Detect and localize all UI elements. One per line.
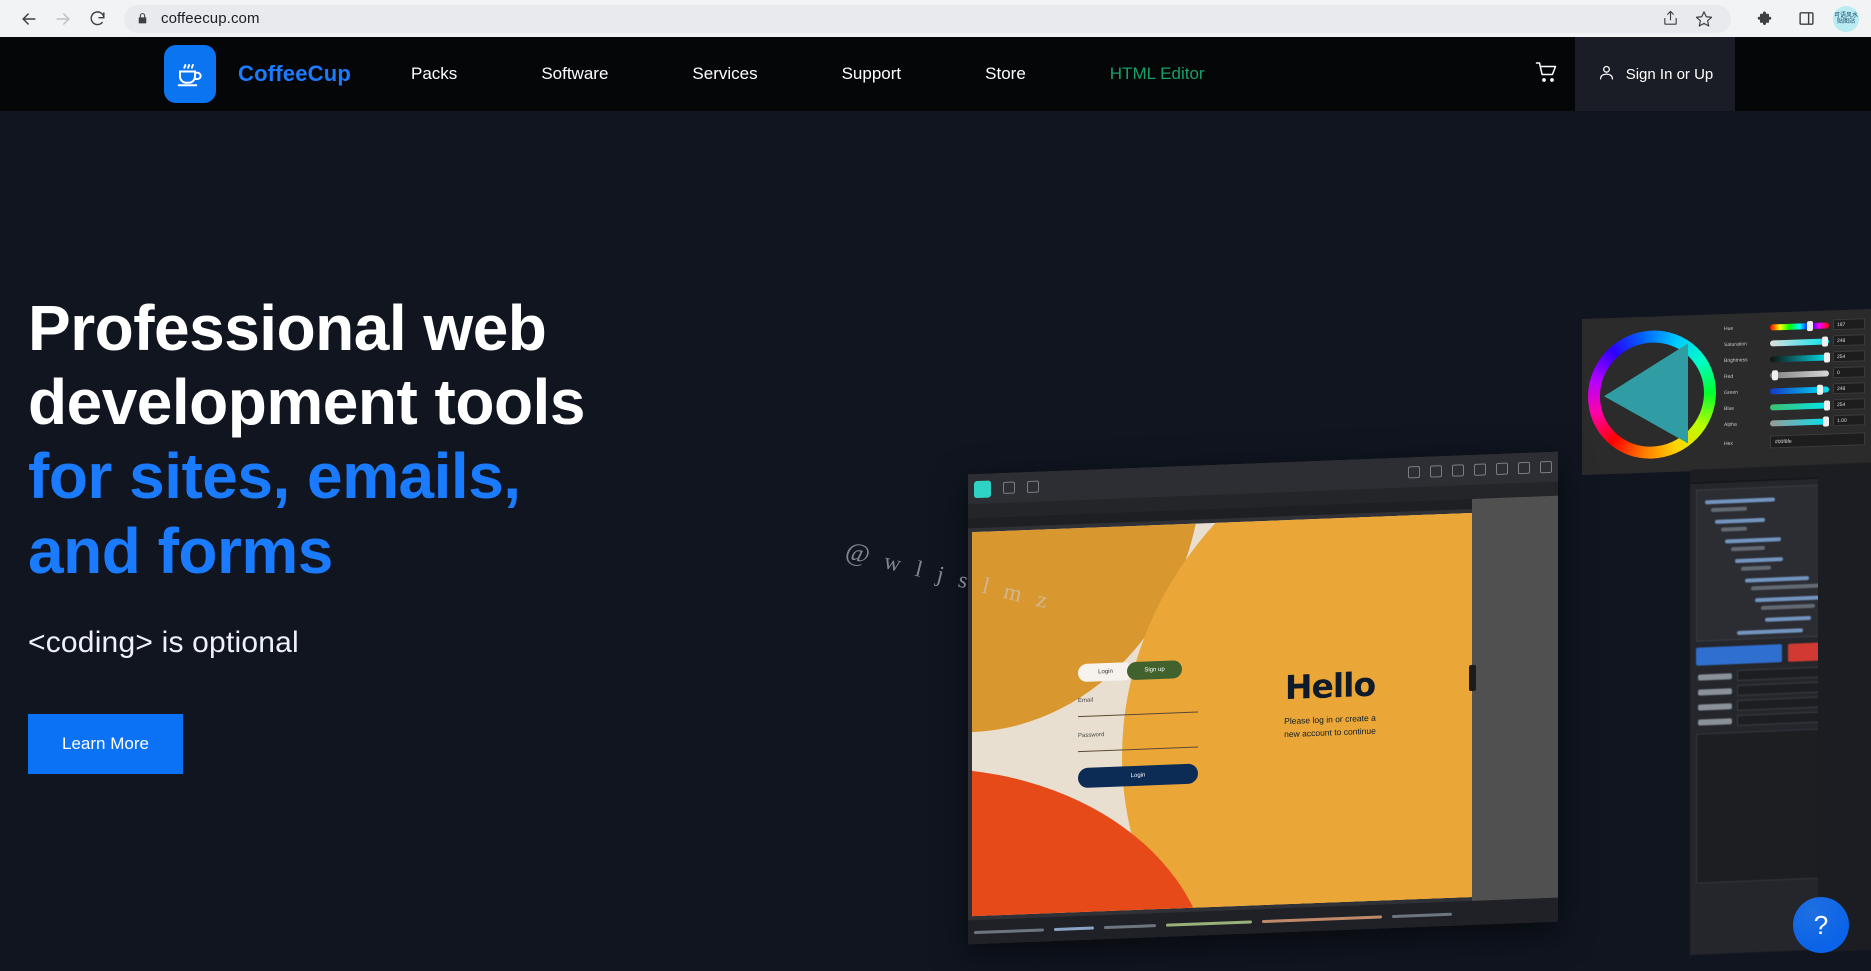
email-label: Email xyxy=(1078,697,1094,705)
brand-name: CoffeeCup xyxy=(238,61,352,86)
components-tool-icon[interactable] xyxy=(1430,465,1442,478)
reload-button[interactable] xyxy=(80,2,114,36)
hello-block: Hello Please log in or create a new acco… xyxy=(1250,663,1410,742)
hero-title-line2: development tools xyxy=(28,366,585,439)
design-canvas[interactable]: Login Sign up Email Password Login Hello… xyxy=(972,512,1472,917)
learn-more-button[interactable]: Learn More xyxy=(28,713,183,774)
brand-logo-link[interactable]: CoffeeCup xyxy=(164,37,351,111)
header-right-filler xyxy=(1735,37,1871,111)
side-panel-icon[interactable] xyxy=(1791,4,1821,34)
nav-item-packs[interactable]: Packs xyxy=(393,64,475,84)
tab-login[interactable]: Login xyxy=(1078,661,1133,683)
coffee-cup-icon xyxy=(164,45,216,103)
lock-icon xyxy=(136,12,149,25)
nav-item-services[interactable]: Services xyxy=(674,64,775,84)
star-icon[interactable] xyxy=(1689,4,1719,34)
share-icon[interactable] xyxy=(1655,4,1685,34)
hero-title-line4: and forms xyxy=(28,514,333,587)
slider-green[interactable]: Green 248 xyxy=(1724,381,1865,399)
password-label: Password xyxy=(1078,732,1105,740)
color-wheel-icon[interactable] xyxy=(1588,328,1716,461)
shopping-cart-icon xyxy=(1535,60,1559,89)
browser-toolbar: coffeecup.com 可语风水 贴图站 xyxy=(0,0,1871,37)
login-form: Login Sign up Email Password Login xyxy=(1078,659,1198,789)
watermark-at: @ xyxy=(842,535,878,571)
page-title: Professional web development tools for s… xyxy=(28,291,788,588)
shape-tool-icon[interactable] xyxy=(1027,480,1039,494)
nav-item-support[interactable]: Support xyxy=(824,64,920,84)
color-picker-panel: Hue 187 Saturation 248 Brightness 254 Re… xyxy=(1582,308,1871,476)
styles-tool-icon[interactable] xyxy=(1408,465,1420,479)
hello-subtitle-line2: new account to continue xyxy=(1284,725,1376,739)
question-mark-icon: ? xyxy=(1813,909,1829,940)
forward-arrow-icon xyxy=(56,12,70,25)
resize-handle[interactable] xyxy=(1469,664,1476,692)
primary-navigation: Packs Software Services Support Store HT… xyxy=(393,37,1518,111)
hex-input[interactable]: #00f8fe xyxy=(1770,432,1865,449)
hero-title-line3: for sites, emails, xyxy=(28,440,521,513)
slider-saturation[interactable]: Saturation 248 xyxy=(1724,333,1865,351)
slider-blue[interactable]: Blue 254 xyxy=(1724,397,1865,415)
design-app-window: Login Sign up Email Password Login Hello… xyxy=(968,451,1558,945)
nav-item-store[interactable]: Store xyxy=(967,64,1044,84)
site-header: CoffeeCup Packs Software Services Suppor… xyxy=(0,37,1871,111)
help-button[interactable]: ? xyxy=(1793,897,1849,953)
profile-avatar[interactable]: 可语风水 贴图站 xyxy=(1833,5,1859,32)
hello-title: Hello xyxy=(1284,664,1376,708)
assets-tool-icon[interactable] xyxy=(1452,464,1464,477)
reload-icon xyxy=(90,11,105,26)
user-icon xyxy=(1597,63,1616,86)
address-bar[interactable]: coffeecup.com xyxy=(124,4,1731,34)
layouts-tool-icon[interactable] xyxy=(1474,463,1486,476)
slider-red[interactable]: Red 0 xyxy=(1724,365,1865,383)
move-tool-icon[interactable] xyxy=(1003,481,1015,494)
url-text: coffeecup.com xyxy=(161,10,260,27)
design-canvas-gutter xyxy=(1472,495,1558,901)
sign-in-button[interactable]: Sign In or Up xyxy=(1575,37,1735,111)
hello-subtitle-line1: Please log in or create a xyxy=(1284,712,1376,727)
back-button[interactable] xyxy=(12,2,46,36)
hero-copy: Professional web development tools for s… xyxy=(28,291,788,774)
cart-button[interactable] xyxy=(1518,37,1575,111)
hero-section: Hue 187 Saturation 248 Brightness 254 Re… xyxy=(0,111,1871,971)
email-input[interactable] xyxy=(1078,711,1198,718)
ide-right-toolbar xyxy=(1818,469,1871,953)
profile-avatar-text: 可语风水 贴图站 xyxy=(1833,11,1858,25)
slider-hue[interactable]: Hue 187 xyxy=(1724,317,1865,335)
device-tool-icon[interactable] xyxy=(1540,460,1552,474)
nav-item-html-editor[interactable]: HTML Editor xyxy=(1092,64,1223,84)
sign-in-label: Sign In or Up xyxy=(1625,65,1714,83)
puzzle-icon[interactable] xyxy=(1751,4,1781,34)
password-input[interactable] xyxy=(1078,746,1198,753)
auth-tabs: Login Sign up xyxy=(1078,659,1198,683)
slider-alpha[interactable]: Alpha 1.00 xyxy=(1724,413,1865,431)
hex-field-row[interactable]: Hex #00f8fe xyxy=(1724,432,1865,450)
hero-title-line1: Professional web xyxy=(28,292,547,364)
slider-brightness[interactable]: Brightness 254 xyxy=(1724,349,1865,367)
forward-button[interactable] xyxy=(46,2,80,36)
hero-subtitle: <coding> is optional xyxy=(28,625,299,659)
tab-signup[interactable]: Sign up xyxy=(1127,660,1182,681)
nav-item-software[interactable]: Software xyxy=(523,64,626,84)
back-arrow-icon xyxy=(22,12,36,25)
app-logo-icon xyxy=(974,479,991,498)
preview-tool-icon[interactable] xyxy=(1496,462,1508,476)
expand-all-button[interactable] xyxy=(1696,644,1782,666)
export-tool-icon[interactable] xyxy=(1518,461,1530,475)
